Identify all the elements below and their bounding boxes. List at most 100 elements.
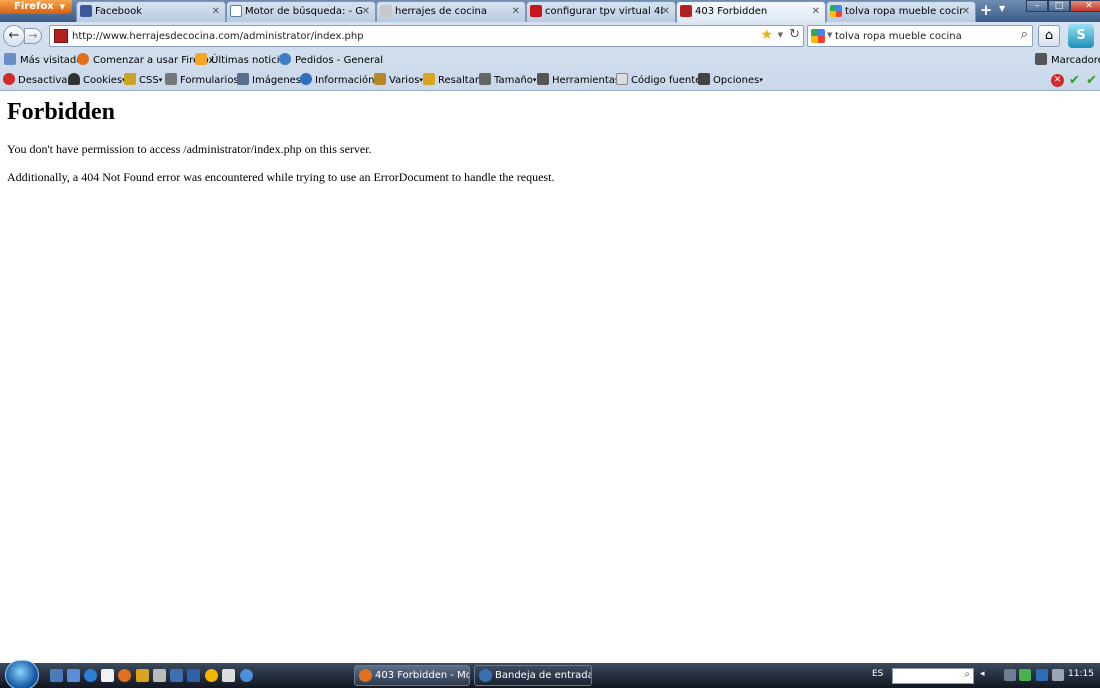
app-icon[interactable] bbox=[187, 669, 200, 682]
devbar-desactivar[interactable]: Desactivar▾ bbox=[3, 71, 75, 90]
start-button[interactable] bbox=[5, 660, 39, 688]
devbar-cookies[interactable]: Cookies▾ bbox=[68, 71, 126, 90]
chevron-down-icon[interactable]: ▼ bbox=[827, 31, 832, 39]
info-icon bbox=[300, 73, 312, 85]
close-icon[interactable]: ✕ bbox=[362, 2, 370, 21]
devbar-herramientas[interactable]: Herramientas▾ bbox=[537, 71, 624, 90]
devbar-label: Código fuente bbox=[631, 75, 702, 86]
document-icon[interactable] bbox=[222, 669, 235, 682]
navigation-bar: ← → http://www.herrajesdecocina.com/admi… bbox=[0, 22, 1100, 50]
tab-label: configurar tpv virtual 4b (s... bbox=[545, 6, 663, 17]
switch-windows-icon[interactable] bbox=[67, 669, 80, 682]
search-icon[interactable]: ⌕ bbox=[1021, 27, 1028, 42]
firefox-menu-button[interactable]: Firefox ▼ bbox=[0, 0, 72, 14]
back-button[interactable]: ← bbox=[3, 25, 25, 47]
tab-list-chevron-icon[interactable]: ▼ bbox=[999, 4, 1005, 13]
close-icon[interactable]: ✕ bbox=[812, 2, 820, 21]
folder-icon bbox=[4, 53, 16, 65]
devbar-varios[interactable]: Varios▾ bbox=[374, 71, 423, 90]
forward-button[interactable]: → bbox=[24, 28, 42, 44]
google-icon[interactable] bbox=[811, 29, 825, 43]
home-button[interactable]: ⌂ bbox=[1038, 25, 1060, 47]
js-valid-check-icon[interactable]: ✔ bbox=[1085, 74, 1098, 87]
devbar-opciones[interactable]: Opciones▾ bbox=[698, 71, 763, 90]
calculator-icon[interactable] bbox=[153, 669, 166, 682]
devbar-resaltar[interactable]: Resaltar▾ bbox=[423, 71, 482, 90]
mail-icon bbox=[479, 669, 492, 682]
notepad-icon[interactable] bbox=[101, 669, 114, 682]
bookmark-comenzar-firefox[interactable]: Comenzar a usar Firefox bbox=[77, 51, 214, 70]
devbar-informacion[interactable]: Información▾ bbox=[300, 71, 378, 90]
close-icon[interactable]: ✕ bbox=[962, 2, 970, 21]
rss-icon bbox=[195, 53, 207, 65]
reload-icon[interactable]: ↻ bbox=[789, 27, 800, 42]
site-icon bbox=[680, 5, 692, 17]
devbar-formularios[interactable]: Formularios▾ bbox=[165, 71, 242, 90]
bookmark-pedidos-general[interactable]: Pedidos - General bbox=[279, 51, 383, 70]
chevron-down-icon: ▾ bbox=[532, 76, 537, 84]
new-tab-button[interactable]: + bbox=[977, 3, 995, 19]
close-icon[interactable]: ✕ bbox=[512, 2, 520, 21]
css-valid-check-icon[interactable]: ✔ bbox=[1068, 74, 1081, 87]
close-icon[interactable]: ✕ bbox=[212, 2, 220, 21]
network-icon[interactable] bbox=[1036, 669, 1048, 681]
tab-herrajes[interactable]: herrajes de cocina ✕ bbox=[376, 1, 526, 22]
window-close-icon[interactable]: ✕ bbox=[1070, 0, 1100, 12]
devbar-codigo-fuente[interactable]: Código fuente▾ bbox=[616, 71, 705, 90]
site-icon bbox=[54, 29, 68, 43]
sync-icon: S bbox=[1076, 28, 1086, 43]
search-icon: ⌕ bbox=[964, 669, 970, 680]
tray-update-icon[interactable] bbox=[1019, 669, 1031, 681]
sync-button[interactable]: S bbox=[1068, 24, 1094, 48]
tab-facebook[interactable]: Facebook ✕ bbox=[76, 1, 226, 22]
firefox-menu-label: Firefox bbox=[14, 1, 54, 12]
outlook-icon[interactable] bbox=[170, 669, 183, 682]
internet-explorer-icon[interactable] bbox=[84, 669, 97, 682]
search-input[interactable]: tolva ropa mueble cocina bbox=[835, 26, 962, 47]
chevron-down-icon[interactable]: ▼ bbox=[778, 31, 783, 39]
bookmark-ultimas-noticias[interactable]: Últimas noticias bbox=[195, 51, 291, 70]
web-developer-toolbar: Desactivar▾ Cookies▾ CSS▾ Formularios▾ I… bbox=[0, 71, 1100, 91]
messenger-icon[interactable] bbox=[205, 669, 218, 682]
close-icon[interactable]: ✕ bbox=[662, 2, 670, 21]
devbar-tamano[interactable]: Tamaño▾ bbox=[479, 71, 536, 90]
star-icon[interactable]: ★ bbox=[760, 27, 773, 43]
page-title: Forbidden bbox=[7, 99, 116, 125]
volume-icon[interactable] bbox=[1052, 669, 1064, 681]
form-icon bbox=[165, 73, 177, 85]
page-icon bbox=[380, 5, 392, 17]
devbar-css[interactable]: CSS▾ bbox=[124, 71, 162, 90]
highlighter-icon bbox=[423, 73, 435, 85]
tools-icon bbox=[537, 73, 549, 85]
firefox-icon[interactable] bbox=[118, 669, 131, 682]
show-desktop-icon[interactable] bbox=[50, 669, 63, 682]
url-bar[interactable]: http://www.herrajesdecocina.com/administ… bbox=[49, 25, 804, 47]
tab-label: herrajes de cocina bbox=[395, 6, 488, 17]
disable-icon bbox=[3, 73, 15, 85]
tab-configurar-tpv[interactable]: configurar tpv virtual 4b (s... ✕ bbox=[526, 1, 676, 22]
language-indicator[interactable]: ES bbox=[872, 669, 883, 679]
tab-tolva-ropa[interactable]: tolva ropa mueble cocina -... ✕ bbox=[826, 1, 976, 22]
folder-icon[interactable] bbox=[136, 669, 149, 682]
taskbar-firefox-window[interactable]: 403 Forbidden - Mo... bbox=[354, 665, 470, 686]
url-text[interactable]: http://www.herrajesdecocina.com/administ… bbox=[72, 26, 364, 47]
network-icon[interactable] bbox=[240, 669, 253, 682]
minimize-icon[interactable]: – bbox=[1026, 0, 1048, 12]
tray-icon[interactable] bbox=[1004, 669, 1016, 681]
tab-motor-busqueda[interactable]: Motor de búsqueda: - Goo... ✕ bbox=[226, 1, 376, 22]
toolbox-icon bbox=[374, 73, 386, 85]
options-icon bbox=[698, 73, 710, 85]
bookmarks-menu[interactable]: Marcadores bbox=[1035, 51, 1100, 70]
taskbar-mail-window[interactable]: Bandeja de entrada ... bbox=[474, 665, 592, 686]
globe-icon bbox=[279, 53, 291, 65]
taskbar-search-input[interactable]: ⌕ bbox=[892, 668, 974, 684]
devbar-label: Cookies bbox=[83, 75, 123, 86]
devbar-imagenes[interactable]: Imágenes▾ bbox=[237, 71, 305, 90]
maximize-icon[interactable]: □ bbox=[1048, 0, 1070, 12]
tray-expand-icon[interactable]: ◂ bbox=[980, 669, 985, 679]
tab-403-forbidden[interactable]: 403 Forbidden ✕ bbox=[676, 1, 826, 23]
bookmark-mas-visitados[interactable]: Más visitados bbox=[4, 51, 88, 70]
search-bar[interactable]: ▼ tolva ropa mueble cocina ⌕ bbox=[807, 25, 1033, 47]
clock[interactable]: 11:15 bbox=[1068, 669, 1094, 679]
error-status-icon[interactable]: ✕ bbox=[1051, 74, 1064, 87]
